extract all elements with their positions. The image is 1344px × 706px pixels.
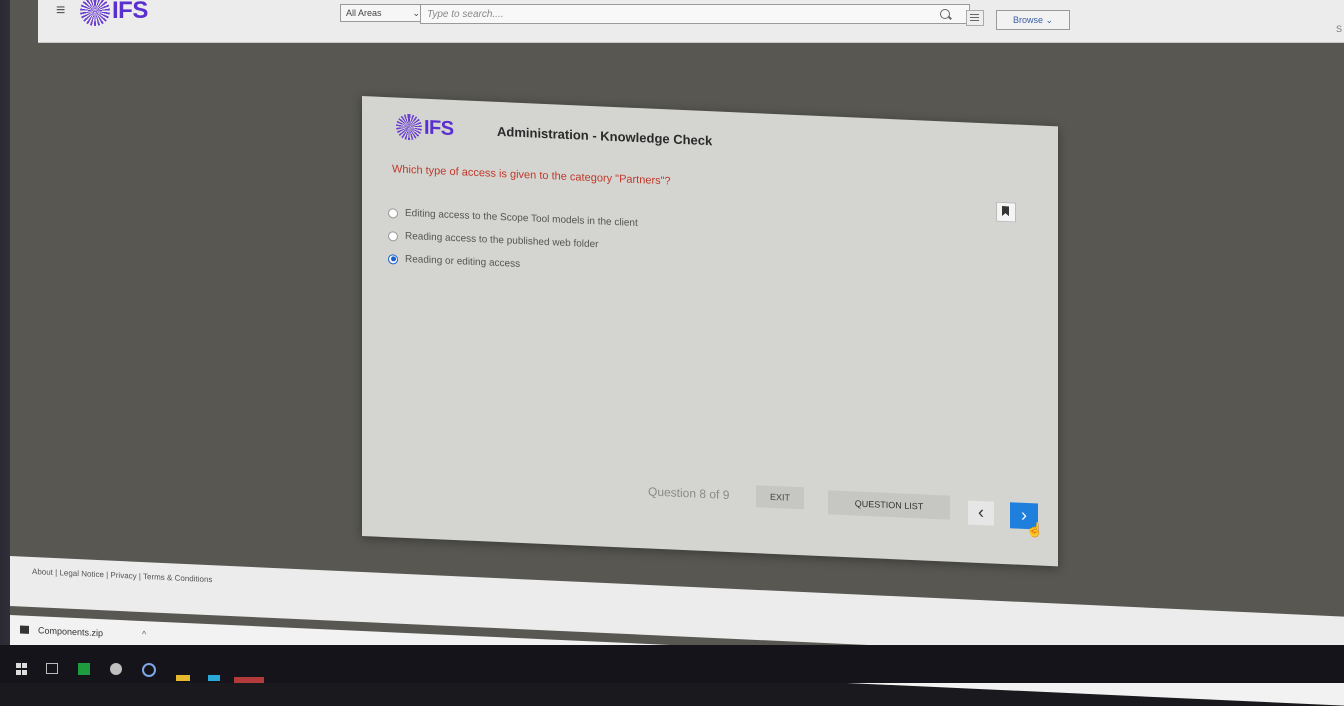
taskbar-app-icon[interactable] (110, 663, 122, 675)
zip-file-icon (20, 625, 29, 634)
taskbar-app-icon[interactable] (142, 663, 156, 677)
top-navigation-bar: ≡ IFS All Areas ⌄ Browse ⌄ S (38, 0, 1344, 43)
dialog-logo-text: IFS (424, 116, 454, 140)
chevron-left-icon[interactable]: ‹ (968, 500, 994, 526)
knowledge-check-dialog: IFS Administration - Knowledge Check Whi… (362, 96, 1058, 567)
taskbar-app-icon[interactable] (176, 675, 190, 681)
ifs-logo[interactable]: IFS (80, 0, 148, 26)
chevron-down-icon: ⌄ (412, 8, 420, 18)
corner-glyph: S (1336, 24, 1343, 34)
radio-button[interactable] (388, 230, 398, 242)
taskbar-app-icon[interactable] (78, 663, 90, 675)
hamburger-icon[interactable]: ≡ (56, 2, 65, 20)
answer-option-2[interactable]: Reading access to the published web fold… (388, 230, 598, 250)
answer-option-3[interactable]: Reading or editing access (388, 253, 520, 270)
answer-option-1[interactable]: Editing access to the Scope Tool models … (388, 207, 638, 229)
question-text: Which type of access is given to the cat… (392, 163, 671, 188)
radio-button[interactable] (388, 207, 398, 219)
answer-option-label: Editing access to the Scope Tool models … (405, 207, 638, 230)
chevron-down-icon: ⌄ (1045, 15, 1054, 25)
answer-option-label: Reading access to the published web fold… (405, 230, 599, 251)
question-list-button[interactable]: QUESTION LIST (828, 490, 950, 520)
ifs-logo-text: IFS (112, 0, 148, 24)
answer-option-label: Reading or editing access (405, 253, 521, 270)
dialog-ifs-logo: IFS (396, 113, 454, 142)
windows-taskbar (0, 645, 1344, 683)
taskbar-app-icon[interactable] (234, 677, 264, 683)
exit-button[interactable]: EXIT (756, 485, 804, 510)
question-counter: Question 8 of 9 (648, 484, 730, 503)
browse-label: Browse (1012, 15, 1043, 25)
search-input[interactable] (420, 4, 970, 24)
task-view-icon[interactable] (46, 663, 58, 674)
windows-start-icon[interactable] (16, 663, 28, 675)
hand-cursor-icon: ☝ (1026, 520, 1044, 538)
area-select[interactable]: All Areas ⌄ (340, 4, 425, 22)
ifs-logo-burst-icon (396, 113, 422, 141)
ifs-logo-burst-icon (80, 0, 110, 26)
browse-button[interactable]: Browse ⌄ (996, 10, 1070, 30)
radio-button-selected[interactable] (388, 253, 398, 265)
download-file-name[interactable]: Components.zip (38, 625, 103, 638)
filter-icon[interactable] (966, 10, 984, 26)
dialog-title: Administration - Knowledge Check (497, 123, 713, 149)
bookmark-icon[interactable] (996, 201, 1016, 223)
area-select-value: All Areas (346, 8, 382, 18)
search-icon[interactable] (940, 9, 950, 19)
footer-links[interactable]: About | Legal Notice | Privacy | Terms &… (32, 567, 212, 584)
chevron-up-icon[interactable]: ^ (142, 629, 146, 639)
taskbar-app-icon[interactable] (208, 675, 220, 681)
